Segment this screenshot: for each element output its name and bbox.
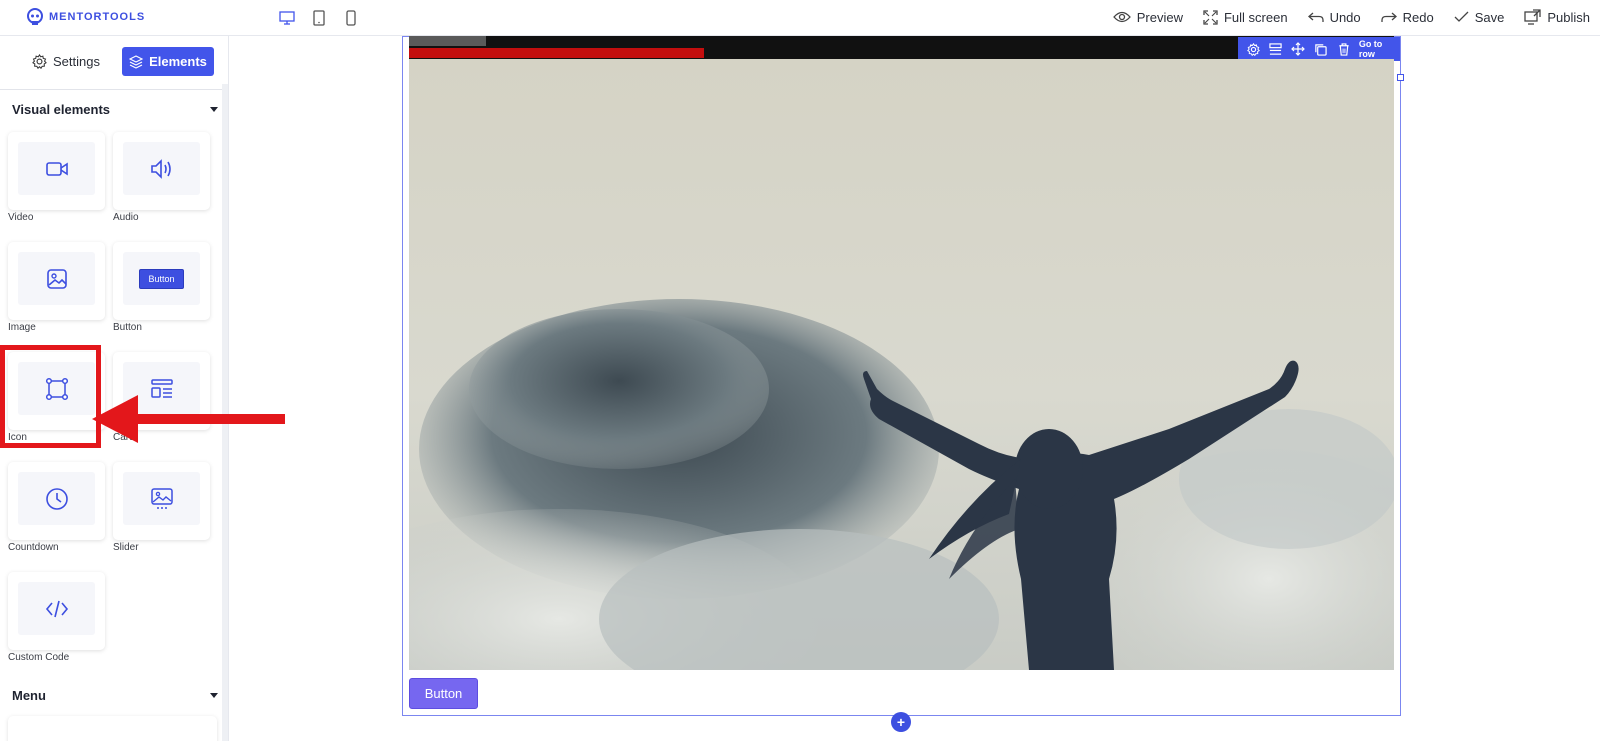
element-tile-video[interactable]: Video xyxy=(8,132,105,223)
caret-down-icon xyxy=(210,107,218,112)
tile-card xyxy=(8,242,105,320)
undo-button[interactable]: Undo xyxy=(1298,0,1371,34)
tab-elements[interactable]: Elements xyxy=(122,47,214,76)
top-bar: MENTORTOOLS Preview Full screen Undo Red… xyxy=(0,0,1600,36)
element-tile-countdown[interactable]: Countdown xyxy=(8,462,105,553)
sidebar-tabs: Settings Elements xyxy=(0,36,222,90)
save-label: Save xyxy=(1474,9,1505,25)
tile-card xyxy=(8,572,105,650)
row-layout-button[interactable] xyxy=(1265,37,1288,61)
redo-icon xyxy=(1380,12,1397,22)
tile-card xyxy=(8,132,105,210)
tile-label: Audio xyxy=(113,212,139,223)
logo-icon xyxy=(27,8,43,25)
element-tile-image[interactable]: Image xyxy=(8,242,105,333)
menu-element-tile[interactable] xyxy=(8,716,217,741)
check-icon xyxy=(1454,11,1469,22)
go-to-row-button[interactable]: Go to row xyxy=(1355,39,1400,59)
resize-handle[interactable] xyxy=(1397,74,1404,81)
element-tile-slider[interactable]: Slider xyxy=(113,462,210,553)
preview-button[interactable]: Preview xyxy=(1103,0,1193,34)
gear-icon xyxy=(1246,42,1260,56)
save-button[interactable]: Save xyxy=(1444,0,1515,34)
copy-icon xyxy=(1315,43,1328,56)
move-icon xyxy=(1291,42,1306,56)
redo-button[interactable]: Redo xyxy=(1371,0,1444,34)
fullscreen-button[interactable]: Full screen xyxy=(1193,0,1298,34)
row-delete-button[interactable] xyxy=(1332,37,1355,61)
tablet-view-icon xyxy=(313,10,325,26)
tile-card xyxy=(113,132,210,210)
photo-woman-clouds xyxy=(409,59,1394,670)
video-icon xyxy=(45,161,68,176)
rows-icon xyxy=(1269,42,1283,55)
logo-text: MENTORTOOLS xyxy=(49,11,146,23)
canvas-image[interactable] xyxy=(409,59,1394,670)
publish-button[interactable]: Publish xyxy=(1514,0,1600,34)
element-tile-custom-code[interactable]: Custom Code xyxy=(8,572,105,663)
trash-icon xyxy=(1338,42,1349,56)
tile-card xyxy=(8,462,105,540)
tile-card xyxy=(113,462,210,540)
slider-icon xyxy=(150,487,173,509)
fullscreen-icon xyxy=(1203,9,1218,25)
annotation-arrow-icon xyxy=(92,395,285,443)
annotation-highlight-box xyxy=(0,345,101,448)
redo-label: Redo xyxy=(1402,9,1434,25)
device-switcher xyxy=(276,7,362,29)
video-progress-bar[interactable] xyxy=(409,48,704,58)
tab-elements-label: Elements xyxy=(149,54,207,69)
desktop-view-button[interactable] xyxy=(276,7,298,29)
row-settings-button[interactable] xyxy=(1242,37,1265,61)
tile-label: Slider xyxy=(113,542,139,553)
image-icon xyxy=(46,268,67,289)
tile-label: Countdown xyxy=(8,542,59,553)
audio-icon xyxy=(150,158,171,179)
section-menu[interactable]: Menu xyxy=(12,688,218,703)
tablet-view-button[interactable] xyxy=(308,7,330,29)
caret-down-icon xyxy=(210,693,218,698)
undo-icon xyxy=(1307,12,1324,22)
tab-settings[interactable]: Settings xyxy=(22,47,110,76)
row-toolbar: Go to row xyxy=(1238,37,1400,61)
clock-icon xyxy=(45,487,68,510)
row-duplicate-button[interactable] xyxy=(1310,37,1333,61)
row-move-button[interactable] xyxy=(1287,37,1310,61)
tile-label: Video xyxy=(8,212,34,223)
element-tile-button[interactable]: Button Button xyxy=(113,242,210,333)
element-tile-audio[interactable]: Audio xyxy=(113,132,210,223)
logo[interactable]: MENTORTOOLS xyxy=(26,8,145,26)
tile-label: Button xyxy=(113,322,142,333)
section-visual-elements[interactable]: Visual elements xyxy=(12,102,218,117)
tile-card: Button xyxy=(113,242,210,320)
undo-label: Undo xyxy=(1329,9,1361,25)
button-preview: Button xyxy=(139,268,184,289)
header-actions: Preview Full screen Undo Redo Save Publi… xyxy=(1103,0,1600,34)
mobile-view-icon xyxy=(346,10,356,26)
tile-label: Custom Code xyxy=(8,652,70,663)
fullscreen-label: Full screen xyxy=(1223,9,1288,25)
video-thumbnail-strip xyxy=(409,36,486,46)
gear-icon xyxy=(32,54,47,69)
section-visual-elements-title: Visual elements xyxy=(12,102,111,117)
code-icon xyxy=(45,600,68,617)
canvas-button[interactable]: Button xyxy=(409,678,478,709)
tab-settings-label: Settings xyxy=(53,54,100,69)
layers-icon xyxy=(129,54,144,69)
mobile-view-button[interactable] xyxy=(340,7,362,29)
add-row-button[interactable]: + xyxy=(891,712,911,732)
eye-icon xyxy=(1112,11,1131,23)
preview-label: Preview xyxy=(1136,9,1183,25)
publish-label: Publish xyxy=(1547,9,1590,25)
desktop-view-icon xyxy=(279,11,295,25)
section-menu-title: Menu xyxy=(12,688,46,703)
tile-label: Image xyxy=(8,322,36,333)
publish-icon xyxy=(1524,9,1542,25)
